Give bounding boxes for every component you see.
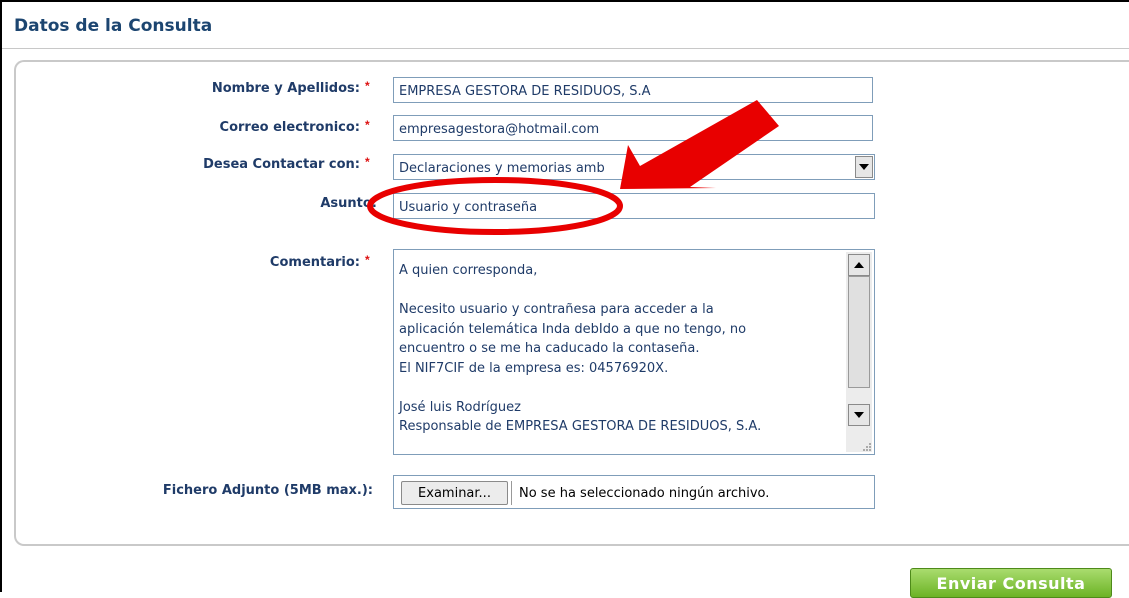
chevron-down-icon [854, 412, 864, 418]
chevron-up-icon [854, 262, 864, 268]
resize-grip-icon[interactable] [861, 441, 871, 451]
contactar-select[interactable]: Declaraciones y memorias amb [393, 154, 875, 180]
required-mark: * [365, 253, 370, 267]
examinar-button[interactable]: Examinar... [401, 481, 508, 505]
frame-border-top [0, 0, 1129, 2]
label-nombre: Nombre y Apellidos: [211, 81, 360, 96]
frame-border-left [0, 0, 2, 592]
label-correo: Correo electronico: [219, 120, 360, 135]
file-status-text: No se ha seleccionado ningún archivo. [519, 486, 770, 501]
fichero-input[interactable]: Examinar... No se ha seleccionado ningún… [393, 475, 875, 509]
textarea-scrollbar[interactable] [846, 252, 872, 452]
file-divider [511, 481, 512, 505]
correo-input[interactable]: empresagestora@hotmail.com [393, 115, 873, 141]
comentario-text: A quien corresponda, Necesito usuario y … [399, 261, 844, 437]
chevron-down-icon [859, 164, 869, 170]
scroll-up-button[interactable] [848, 254, 870, 276]
title-divider [2, 48, 1129, 49]
comentario-textarea[interactable]: A quien corresponda, Necesito usuario y … [393, 249, 875, 455]
label-asunto: Asunto: [320, 196, 377, 211]
nombre-input[interactable]: EMPRESA GESTORA DE RESIDUOS, S.A [393, 77, 873, 103]
comentario-line: A quien corresponda, [399, 263, 538, 278]
comentario-line: José luis Rodríguez [399, 399, 521, 415]
label-contactar: Desea Contactar con: [203, 157, 360, 172]
comentario-line [399, 281, 844, 301]
enviar-consulta-button[interactable]: Enviar Consulta [910, 568, 1112, 598]
comentario-line: aplicación telemática Inda debIdo a que … [399, 321, 747, 337]
comentario-line [399, 378, 844, 398]
label-fichero: Fichero Adjunto (5MB max.): [162, 483, 373, 498]
scrollbar-thumb[interactable] [848, 276, 870, 388]
label-comentario: Comentario: [269, 255, 360, 270]
required-mark: * [365, 155, 370, 169]
comentario-line: encuentro o se me ha caducado la contase… [399, 341, 700, 356]
section-title: Datos de la Consulta [14, 16, 213, 36]
comentario-line: Necesito usuario y contrañesa para acced… [399, 302, 714, 317]
comentario-line: Responsable de EMPRESA GESTORA DE RESIDU… [399, 419, 762, 434]
scroll-down-button[interactable] [848, 404, 870, 426]
dropdown-button[interactable] [855, 156, 873, 178]
required-mark: * [365, 79, 370, 93]
contactar-selected-value: Declaraciones y memorias amb [399, 161, 605, 176]
comentario-line: El NIF7CIF de la empresa es: 04576920X. [399, 360, 669, 376]
required-mark: * [365, 118, 370, 132]
asunto-input[interactable]: Usuario y contraseña [393, 193, 875, 219]
